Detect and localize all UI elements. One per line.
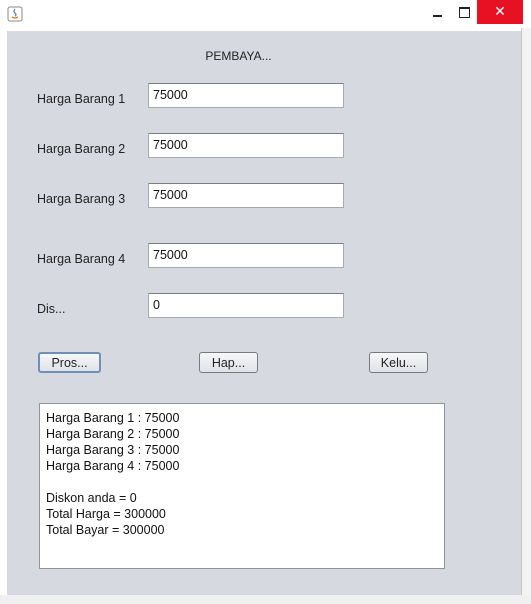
output-line: Diskon anda = 0 — [46, 491, 137, 505]
output-line: Harga Barang 3 : 75000 — [46, 443, 180, 457]
output-line: Harga Barang 2 : 75000 — [46, 427, 180, 441]
background-window-edge-bottom — [0, 595, 531, 604]
harga-barang-3-field[interactable]: 75000 — [148, 183, 344, 208]
exit-button[interactable]: Kelu... — [369, 352, 428, 373]
output-line: Total Bayar = 300000 — [46, 523, 165, 537]
label-harga-barang-4: Harga Barang 4 — [37, 252, 126, 266]
harga-barang-2-field[interactable]: 75000 — [148, 133, 344, 158]
process-button[interactable]: Pros... — [38, 352, 101, 373]
content-panel: PEMBAYA... Harga Barang 1 75000 Harga Ba… — [7, 31, 521, 595]
minimize-icon — [432, 15, 442, 17]
java-app-icon — [7, 6, 23, 22]
output-line: Harga Barang 1 : 75000 — [46, 411, 180, 425]
output-line: Harga Barang 4 : 75000 — [46, 459, 180, 473]
label-harga-barang-1: Harga Barang 1 — [37, 92, 126, 106]
label-harga-barang-2: Harga Barang 2 — [37, 142, 126, 156]
diskon-field[interactable]: 0 — [148, 293, 344, 318]
close-button[interactable]: ✕ — [477, 0, 523, 24]
output-line: Total Harga = 300000 — [46, 507, 166, 521]
label-harga-barang-3: Harga Barang 3 — [37, 192, 126, 206]
title-bar: ✕ — [0, 0, 531, 28]
clear-button[interactable]: Hap... — [199, 352, 258, 373]
close-icon: ✕ — [494, 4, 506, 20]
harga-barang-1-field[interactable]: 75000 — [148, 83, 344, 108]
label-diskon: Dis... — [37, 302, 66, 316]
output-textarea[interactable]: Harga Barang 1 : 75000 Harga Barang 2 : … — [39, 403, 445, 569]
harga-barang-4-field[interactable]: 75000 — [148, 243, 344, 268]
minimize-button[interactable] — [424, 0, 450, 24]
maximize-icon — [458, 6, 470, 18]
background-window-edge — [521, 28, 531, 604]
page-title: PEMBAYA... — [205, 49, 272, 63]
maximize-button[interactable] — [451, 0, 477, 24]
